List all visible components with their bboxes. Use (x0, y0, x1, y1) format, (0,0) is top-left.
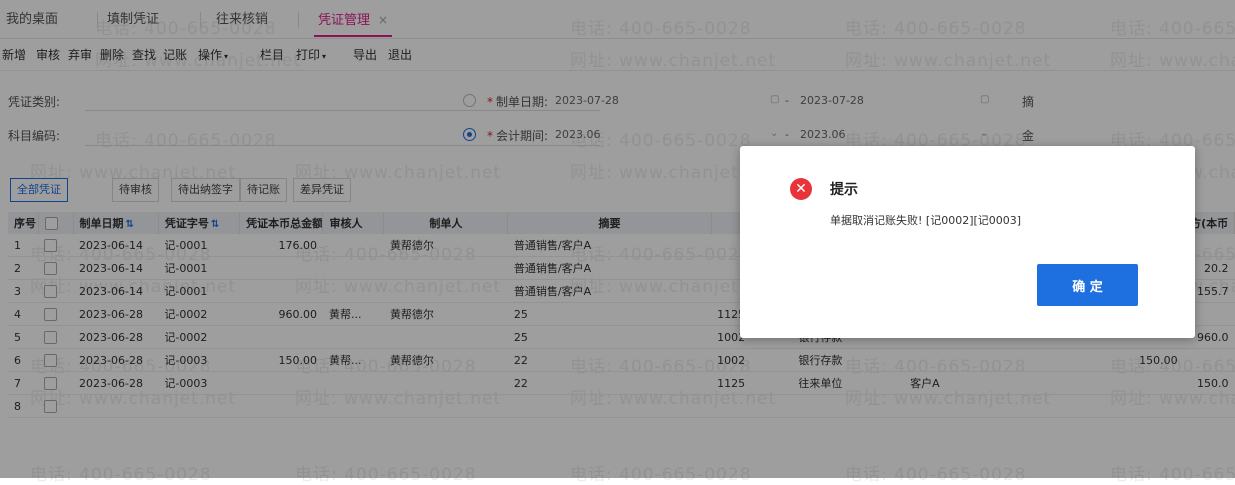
dialog-title: 提示 (830, 182, 858, 198)
dialog-message: 单据取消记账失败! [记0002][记0003] (830, 214, 1022, 227)
alert-dialog: ✕ 提示 单据取消记账失败! [记0002][记0003] 确 定 (740, 146, 1195, 338)
ok-button[interactable]: 确 定 (1037, 264, 1138, 306)
error-icon: ✕ (790, 178, 812, 200)
